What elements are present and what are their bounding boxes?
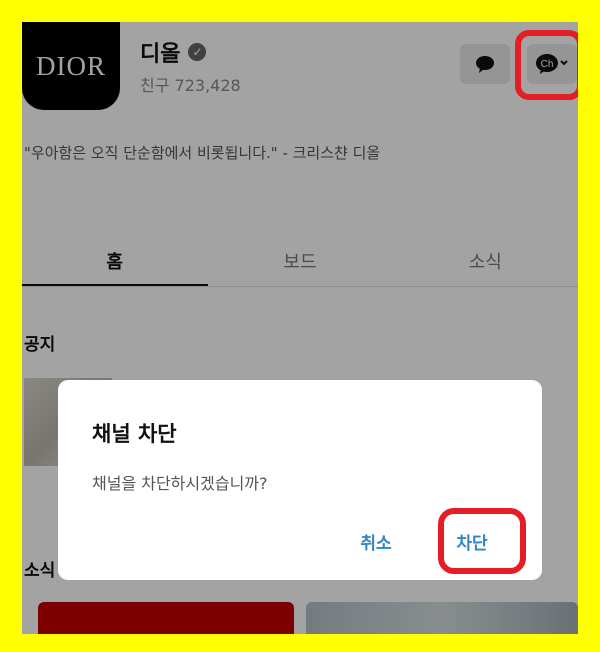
highlight-box-channel-menu: [515, 30, 578, 100]
yellow-frame: DIOR 디올 ✓ 친구 723,428 Ch "우아함은 오직 단순함에서 비…: [0, 0, 600, 652]
dialog-message: 채널을 차단하시겠습니까?: [92, 474, 268, 493]
channel-profile-screen: DIOR 디올 ✓ 친구 723,428 Ch "우아함은 오직 단순함에서 비…: [22, 22, 578, 634]
cancel-button[interactable]: 취소: [346, 526, 406, 556]
highlight-box-block-button: [438, 508, 526, 574]
dialog-title: 채널 차단: [92, 422, 177, 446]
